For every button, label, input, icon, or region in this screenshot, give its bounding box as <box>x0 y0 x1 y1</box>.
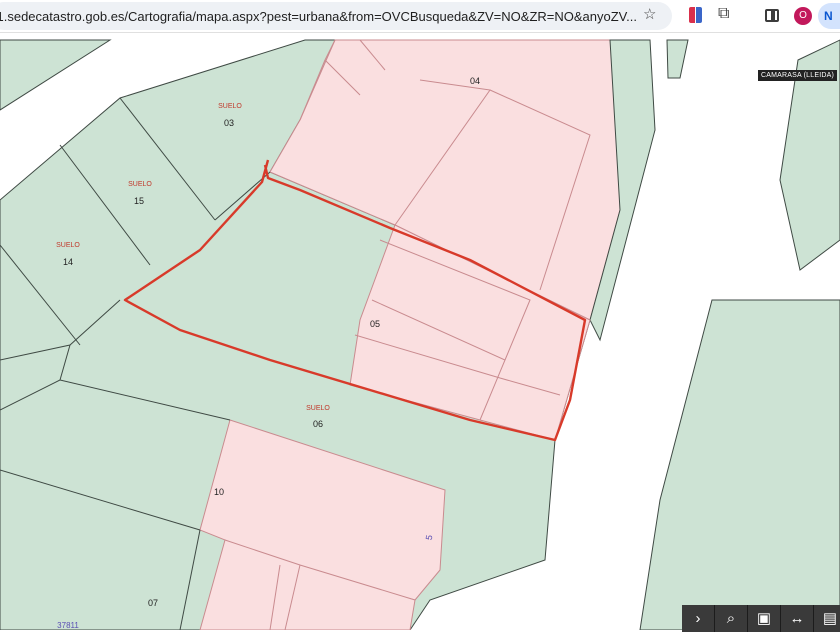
cadastral-map[interactable]: SUELO 03 04 SUELO 15 SUELO 14 05 SUELO 0… <box>0 33 840 630</box>
extension-icon[interactable] <box>689 7 703 23</box>
parcel-number-04: 04 <box>470 76 480 86</box>
suelo-label-06: SUELO <box>306 405 330 412</box>
layers-icon[interactable]: ▤ <box>814 605 840 632</box>
bookmark-star-icon[interactable]: ☆ <box>643 5 656 23</box>
profile-avatar[interactable]: O <box>794 7 812 25</box>
parcel-number-15: 15 <box>134 196 144 206</box>
parcel-number-03: 03 <box>224 118 234 128</box>
profile-chip[interactable]: N <box>818 3 840 29</box>
address-text[interactable]: v1.sedecatastro.gob.es/Cartografia/mapa.… <box>0 9 637 24</box>
municipio-label: CAMARASA (LLEIDA) <box>758 70 838 81</box>
suelo-label-14: SUELO <box>56 242 80 249</box>
parcel-number-07: 07 <box>148 598 158 608</box>
chevron-right-icon[interactable]: › <box>682 605 715 632</box>
block-number-label: 37811 <box>57 621 79 630</box>
arrows-horizontal-icon[interactable]: ↔ <box>781 605 814 632</box>
browser-toolbar: v1.sedecatastro.gob.es/Cartografia/mapa.… <box>0 0 840 33</box>
extensions-puzzle-icon[interactable]: ⧉ <box>718 5 729 23</box>
map-toolbar: › ⌕ ▣ ↔ ▤ <box>682 605 840 632</box>
parcel-number-10: 10 <box>214 487 224 497</box>
address-bar[interactable]: v1.sedecatastro.gob.es/Cartografia/mapa.… <box>0 2 672 30</box>
printer-icon[interactable]: ▣ <box>748 605 781 632</box>
magnifier-icon[interactable]: ⌕ <box>715 605 748 632</box>
suelo-label-03: SUELO <box>218 103 242 110</box>
parcel-number-06: 06 <box>313 419 323 429</box>
suelo-label-15: SUELO <box>128 181 152 188</box>
side-panel-icon[interactable] <box>765 9 779 22</box>
parcel-number-05: 05 <box>370 319 380 329</box>
parcel-number-14: 14 <box>63 257 73 267</box>
map-canvas[interactable]: SUELO 03 04 SUELO 15 SUELO 14 05 SUELO 0… <box>0 33 840 630</box>
